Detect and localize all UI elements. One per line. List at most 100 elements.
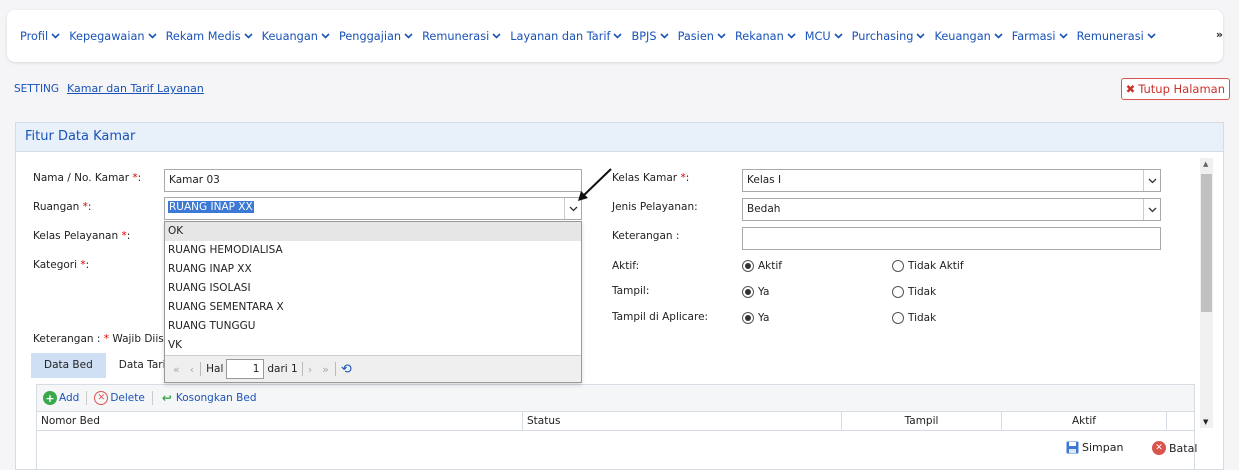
bed-grid: + Add ✕ Delete ↩ Kosongkan Bed Nomor Bed St…: [36, 384, 1195, 470]
cancel-button[interactable]: ✕ Batal: [1152, 441, 1197, 455]
chevron-down-icon: [613, 33, 623, 39]
room-data-panel: Fitur Data Kamar ▲ ▼ Nama / No. Kamar *:…: [15, 122, 1224, 470]
aktif-label: Aktif:: [612, 260, 640, 272]
pager-divider: [301, 362, 303, 376]
nav-item-purchasing[interactable]: Purchasing: [852, 30, 926, 43]
toolbar-divider: [86, 391, 88, 405]
next-page-icon[interactable]: ›: [308, 363, 312, 376]
column-nomor-bed[interactable]: Nomor Bed: [37, 412, 523, 430]
dropdown-option[interactable]: OK: [165, 222, 581, 241]
nav-item-rekam-medis[interactable]: Rekam Medis: [166, 30, 253, 43]
jenis-pelayanan-value: Bedah: [747, 203, 781, 215]
delete-icon: ✕: [94, 391, 109, 405]
nav-item-layanan-dan-tarif[interactable]: Layanan dan Tarif: [510, 30, 623, 43]
column-aktif[interactable]: Aktif: [1002, 412, 1167, 430]
page-label: Hal: [206, 363, 224, 375]
breadcrumb-section: SETTING: [14, 83, 60, 95]
close-page-label: Tutup Halaman: [1138, 82, 1225, 96]
aplicare-label: Tampil di Aplicare:: [612, 311, 709, 323]
dropdown-option[interactable]: RUANG ISOLASI: [165, 279, 581, 298]
kelas-kamar-select[interactable]: Kelas I: [742, 169, 1161, 192]
radio-checked-icon: [742, 286, 754, 298]
nav-item-kepegawaian[interactable]: Kepegawaian: [69, 30, 157, 43]
nav-item-mcu[interactable]: MCU: [805, 30, 843, 43]
last-page-icon[interactable]: »: [322, 363, 329, 376]
kelas-kamar-label: Kelas Kamar *:: [612, 172, 690, 184]
chevron-down-icon: [994, 33, 1003, 39]
ruangan-dropdown-list: OK RUANG HEMODIALISA RUANG INAP XX RUANG IS…: [164, 221, 582, 383]
keterangan-input[interactable]: [742, 227, 1161, 250]
ruangan-select[interactable]: RUANG INAP XX: [164, 197, 582, 220]
chevron-down-icon: [321, 33, 330, 39]
nav-item-farmasi[interactable]: Farmasi: [1012, 30, 1068, 43]
tampil-radio-yes[interactable]: Ya: [742, 286, 769, 298]
page-number-input[interactable]: 1: [226, 359, 265, 379]
ruangan-label: Ruangan *:: [33, 201, 92, 213]
chevron-down-icon: [244, 33, 253, 39]
nav-item-remunerasi[interactable]: Remunerasi: [1077, 30, 1156, 43]
vertical-scrollbar[interactable]: ▲ ▼: [1200, 158, 1213, 428]
chevron-down-icon: [916, 33, 926, 39]
scroll-thumb[interactable]: [1201, 174, 1212, 312]
aktif-radio-no[interactable]: Tidak Aktif: [892, 260, 964, 272]
dropdown-option[interactable]: RUANG TUNGGU: [165, 317, 581, 336]
nav-menu: Profil Kepegawaian Rekam Medis Keuangan Peng…: [20, 30, 1165, 43]
chevron-down-icon: [834, 33, 843, 39]
dropdown-option[interactable]: RUANG SEMENTARA X: [165, 298, 581, 317]
chevron-down-icon: [659, 33, 669, 39]
nav-item-bpjs[interactable]: BPJS: [631, 30, 669, 43]
breadcrumb: SETTING Kamar dan Tarif Layanan: [14, 82, 204, 95]
column-tampil[interactable]: Tampil: [842, 412, 1002, 430]
nav-item-rekanan[interactable]: Rekanan: [735, 30, 796, 43]
nav-more-button[interactable]: »: [1216, 28, 1223, 41]
aplicare-radio-no[interactable]: Tidak: [892, 312, 936, 324]
chevron-down-icon: [148, 33, 157, 39]
nav-item-keuangan[interactable]: Keuangan: [934, 30, 1003, 43]
radio-unchecked-icon: [892, 312, 904, 324]
radio-unchecked-icon: [892, 286, 904, 298]
radio-checked-icon: [742, 312, 754, 324]
ruangan-selected-value: RUANG INAP XX: [168, 201, 254, 213]
nav-item-pasien[interactable]: Pasien: [678, 30, 726, 43]
refresh-icon[interactable]: ⟲: [341, 362, 352, 377]
add-button[interactable]: + Add: [43, 391, 79, 405]
nav-item-profil[interactable]: Profil: [20, 30, 60, 43]
nama-kamar-input[interactable]: Kamar 03: [164, 169, 582, 192]
aplicare-radio-yes[interactable]: Ya: [742, 312, 769, 324]
column-status[interactable]: Status: [523, 412, 842, 430]
dropdown-option[interactable]: VK: [165, 336, 581, 355]
page-total-label: dari 1: [267, 363, 298, 375]
clear-bed-button[interactable]: ↩ Kosongkan Bed: [160, 391, 257, 405]
nav-item-penggajian[interactable]: Penggajian: [339, 30, 413, 43]
nav-item-remunerasi[interactable]: Remunerasi: [422, 30, 501, 43]
scroll-up-icon[interactable]: ▲: [1203, 160, 1208, 168]
first-page-icon[interactable]: «: [173, 363, 180, 376]
chevron-down-icon: [1147, 33, 1156, 39]
grid-header: Nomor Bed Status Tampil Aktif: [37, 411, 1194, 431]
radio-unchecked-icon: [892, 260, 904, 272]
pager-divider: [334, 362, 336, 376]
kelas-pelayanan-label: Kelas Pelayanan *:: [33, 230, 131, 242]
chevron-down-icon: [787, 33, 796, 39]
tab-data-bed[interactable]: Data Bed: [31, 353, 106, 378]
jenis-pelayanan-select[interactable]: Bedah: [742, 198, 1161, 221]
chevron-down-icon[interactable]: [1143, 170, 1160, 191]
chevron-down-icon: [51, 33, 60, 39]
jenis-pelayanan-label: Jenis Pelayanan:: [612, 201, 698, 213]
aktif-radio-yes[interactable]: Aktif: [742, 260, 782, 272]
delete-button[interactable]: ✕ Delete: [94, 391, 145, 405]
nama-kamar-label: Nama / No. Kamar *:: [33, 172, 142, 184]
nav-item-keuangan[interactable]: Keuangan: [262, 30, 330, 43]
tampil-radio-no[interactable]: Tidak: [892, 286, 936, 298]
dropdown-option[interactable]: RUANG INAP XX: [165, 260, 581, 279]
plus-icon: +: [43, 391, 57, 405]
breadcrumb-page-link[interactable]: Kamar dan Tarif Layanan: [67, 82, 204, 95]
scroll-down-icon[interactable]: ▼: [1203, 418, 1208, 426]
chevron-down-icon[interactable]: [1143, 199, 1160, 220]
kategori-label: Kategori *:: [33, 259, 90, 271]
close-page-button[interactable]: ✖ Tutup Halaman: [1120, 78, 1230, 100]
prev-page-icon[interactable]: ‹: [190, 363, 194, 376]
panel-title: Fitur Data Kamar: [16, 123, 1223, 152]
save-button[interactable]: Simpan: [1066, 441, 1123, 454]
dropdown-option[interactable]: RUANG HEMODIALISA: [165, 241, 581, 260]
